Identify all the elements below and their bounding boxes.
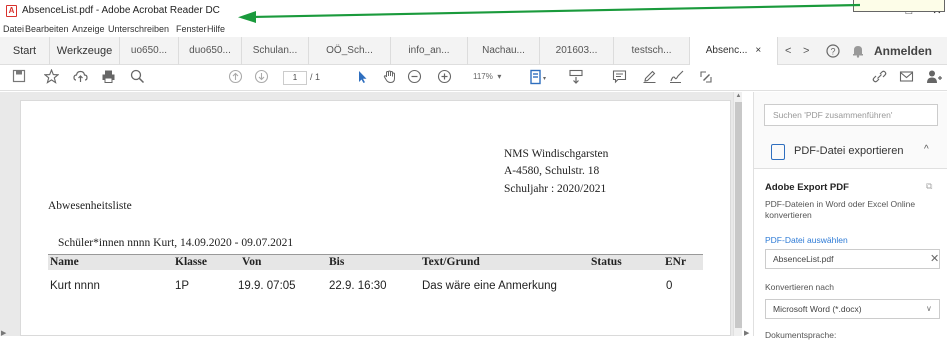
selected-file-field[interactable]: AbsenceList.pdf ✕	[765, 249, 940, 269]
column-header-enr: ENr	[665, 256, 687, 268]
cell-bis: 22.9. 16:30	[329, 280, 387, 292]
format-value: Microsoft Word (*.docx)	[773, 304, 862, 314]
school-year: Schuljahr : 2020/2021	[504, 183, 607, 195]
tab-document[interactable]: OÖ_Sch...	[309, 37, 391, 65]
tools-pane: Suchen 'PDF zusammenführen' PDF-Datei ex…	[753, 92, 947, 340]
prev-page-icon[interactable]	[226, 69, 244, 87]
cell-von: 19.9. 07:05	[238, 280, 296, 292]
signin-button[interactable]: Anmelden	[874, 37, 932, 65]
select-cursor-icon[interactable]	[353, 69, 371, 87]
selected-file-name: AbsenceList.pdf	[773, 254, 834, 264]
copy-icon[interactable]: ⧉	[926, 181, 932, 192]
panel-description: PDF-Dateien in Word oder Excel Online ko…	[765, 199, 916, 220]
panel-title: Adobe Export PDF	[765, 182, 849, 193]
export-pdf-tool[interactable]: PDF-Datei exportieren ^	[754, 138, 947, 166]
chevron-down-icon: ∨	[926, 304, 932, 313]
pdf-page: NMS Windischgarsten A-4580, Schulstr. 18…	[20, 100, 731, 336]
tab-document[interactable]: Nachau...	[468, 37, 540, 65]
menu-item-anzeige[interactable]: Anzeige	[72, 24, 105, 34]
tab-prev-button[interactable]: <	[785, 37, 791, 65]
export-pdf-label: PDF-Datei exportieren	[794, 145, 904, 157]
zoom-in-icon[interactable]	[435, 69, 453, 87]
fill-sign-icon[interactable]	[697, 69, 715, 87]
tab-document[interactable]: testsch...	[614, 37, 690, 65]
upload-cloud-icon[interactable]	[71, 69, 89, 87]
table-row: Kurt nnnn 1P 19.9. 07:05 22.9. 16:30 Das…	[48, 279, 703, 295]
tab-label: Absenc...	[705, 45, 748, 56]
cell-enr: 0	[666, 280, 673, 292]
help-icon[interactable]: ?	[826, 37, 840, 65]
cell-klasse: 1P	[175, 280, 190, 292]
export-pdf-icon	[771, 144, 785, 160]
email-icon[interactable]	[897, 69, 915, 87]
school-address: A-4580, Schulstr. 18	[504, 165, 600, 177]
column-header-text-grund: Text/Grund	[422, 256, 480, 268]
notification-bell-icon[interactable]	[852, 37, 864, 65]
document-language-label: Dokumentsprache:	[765, 330, 837, 340]
menu-item-hilfe[interactable]: Hilfe	[207, 24, 225, 34]
cell-name: Kurt nnnn	[50, 280, 100, 292]
tab-document[interactable]: info_an...	[391, 37, 468, 65]
export-panel: Adobe Export PDF ⧉ PDF-Dateien in Word o…	[754, 168, 947, 340]
search-zoom-icon[interactable]	[128, 69, 146, 87]
tab-absencelist-active[interactable]: Absenc... ×	[690, 37, 778, 65]
column-header-status: Status	[591, 256, 622, 268]
clear-file-icon[interactable]: ✕	[930, 252, 939, 266]
scroll-up-icon[interactable]: ▲	[734, 92, 743, 101]
chevron-up-icon[interactable]: ^	[924, 144, 929, 155]
convert-to-label: Konvertieren nach	[765, 282, 834, 292]
menu-item-bearbeiten[interactable]: Bearbeiten	[25, 24, 69, 34]
zoom-level-select[interactable]: 117% ▾	[473, 72, 501, 81]
tab-document[interactable]: uo650...	[120, 37, 179, 65]
save-icon[interactable]	[10, 69, 28, 87]
column-header-name: Name	[50, 256, 79, 268]
print-icon[interactable]	[99, 69, 117, 87]
tools-search-input[interactable]: Suchen 'PDF zusammenführen'	[764, 104, 938, 126]
document-title: Abwesenheitsliste	[48, 200, 132, 212]
share-link-icon[interactable]	[869, 69, 889, 87]
scroll-mode-icon[interactable]	[566, 69, 586, 87]
tab-tools[interactable]: Werkzeuge	[50, 37, 120, 65]
next-page-icon[interactable]	[252, 69, 270, 87]
tab-document[interactable]: Schulan...	[242, 37, 309, 65]
menu-item-unterschreiben[interactable]: Unterschreiben	[108, 24, 169, 34]
tab-home[interactable]: Start	[0, 37, 50, 65]
tab-bar: Start Werkzeuge uo650... duo650... Schul…	[0, 37, 947, 65]
tab-close-icon[interactable]: ×	[755, 45, 761, 56]
column-header-klasse: Klasse	[175, 256, 207, 268]
bookmark-star-icon[interactable]	[42, 68, 60, 87]
document-scrollbar[interactable]: ▲	[733, 92, 742, 336]
sign-icon[interactable]	[668, 69, 686, 87]
menu-item-datei[interactable]: Datei	[3, 24, 24, 34]
tab-document[interactable]: 201603...	[540, 37, 614, 65]
toolbar: 1 / 1 117% ▾ ▾	[0, 65, 947, 91]
add-user-icon[interactable]	[924, 69, 944, 87]
page-number-input[interactable]: 1	[283, 71, 307, 85]
fit-page-icon[interactable]: ▾	[528, 69, 548, 87]
tab-document[interactable]: duo650...	[179, 37, 242, 65]
tab-next-button[interactable]: >	[803, 37, 809, 65]
comment-icon[interactable]	[610, 69, 628, 87]
cell-text-grund: Das wäre eine Anmerkung	[422, 280, 557, 292]
page-total-label: / 1	[310, 72, 321, 82]
svg-text:▾: ▾	[543, 76, 546, 82]
column-header-von: Von	[242, 256, 262, 268]
zoom-out-icon[interactable]	[405, 69, 423, 87]
table-header: Name Klasse Von Bis Text/Grund Status EN…	[48, 254, 703, 270]
choose-file-link[interactable]: PDF-Datei auswählen	[765, 235, 848, 245]
document-subtitle: Schüler*innen nnnn Kurt, 14.09.2020 - 09…	[58, 237, 294, 249]
column-header-bis: Bis	[329, 256, 345, 268]
format-select[interactable]: Microsoft Word (*.docx) ∨	[765, 299, 940, 319]
school-name: NMS Windischgarsten	[504, 148, 609, 160]
scrollbar-thumb[interactable]	[735, 102, 742, 328]
document-viewport[interactable]: NMS Windischgarsten A-4580, Schulstr. 18…	[0, 92, 742, 336]
svg-text:?: ?	[830, 47, 835, 57]
menu-item-fenster[interactable]: Fenster	[176, 24, 207, 34]
hand-tool-icon[interactable]	[380, 69, 398, 87]
menu-bar: Datei Bearbeiten Anzeige Unterschreiben …	[0, 22, 947, 36]
highlight-pen-icon[interactable]	[640, 69, 658, 87]
